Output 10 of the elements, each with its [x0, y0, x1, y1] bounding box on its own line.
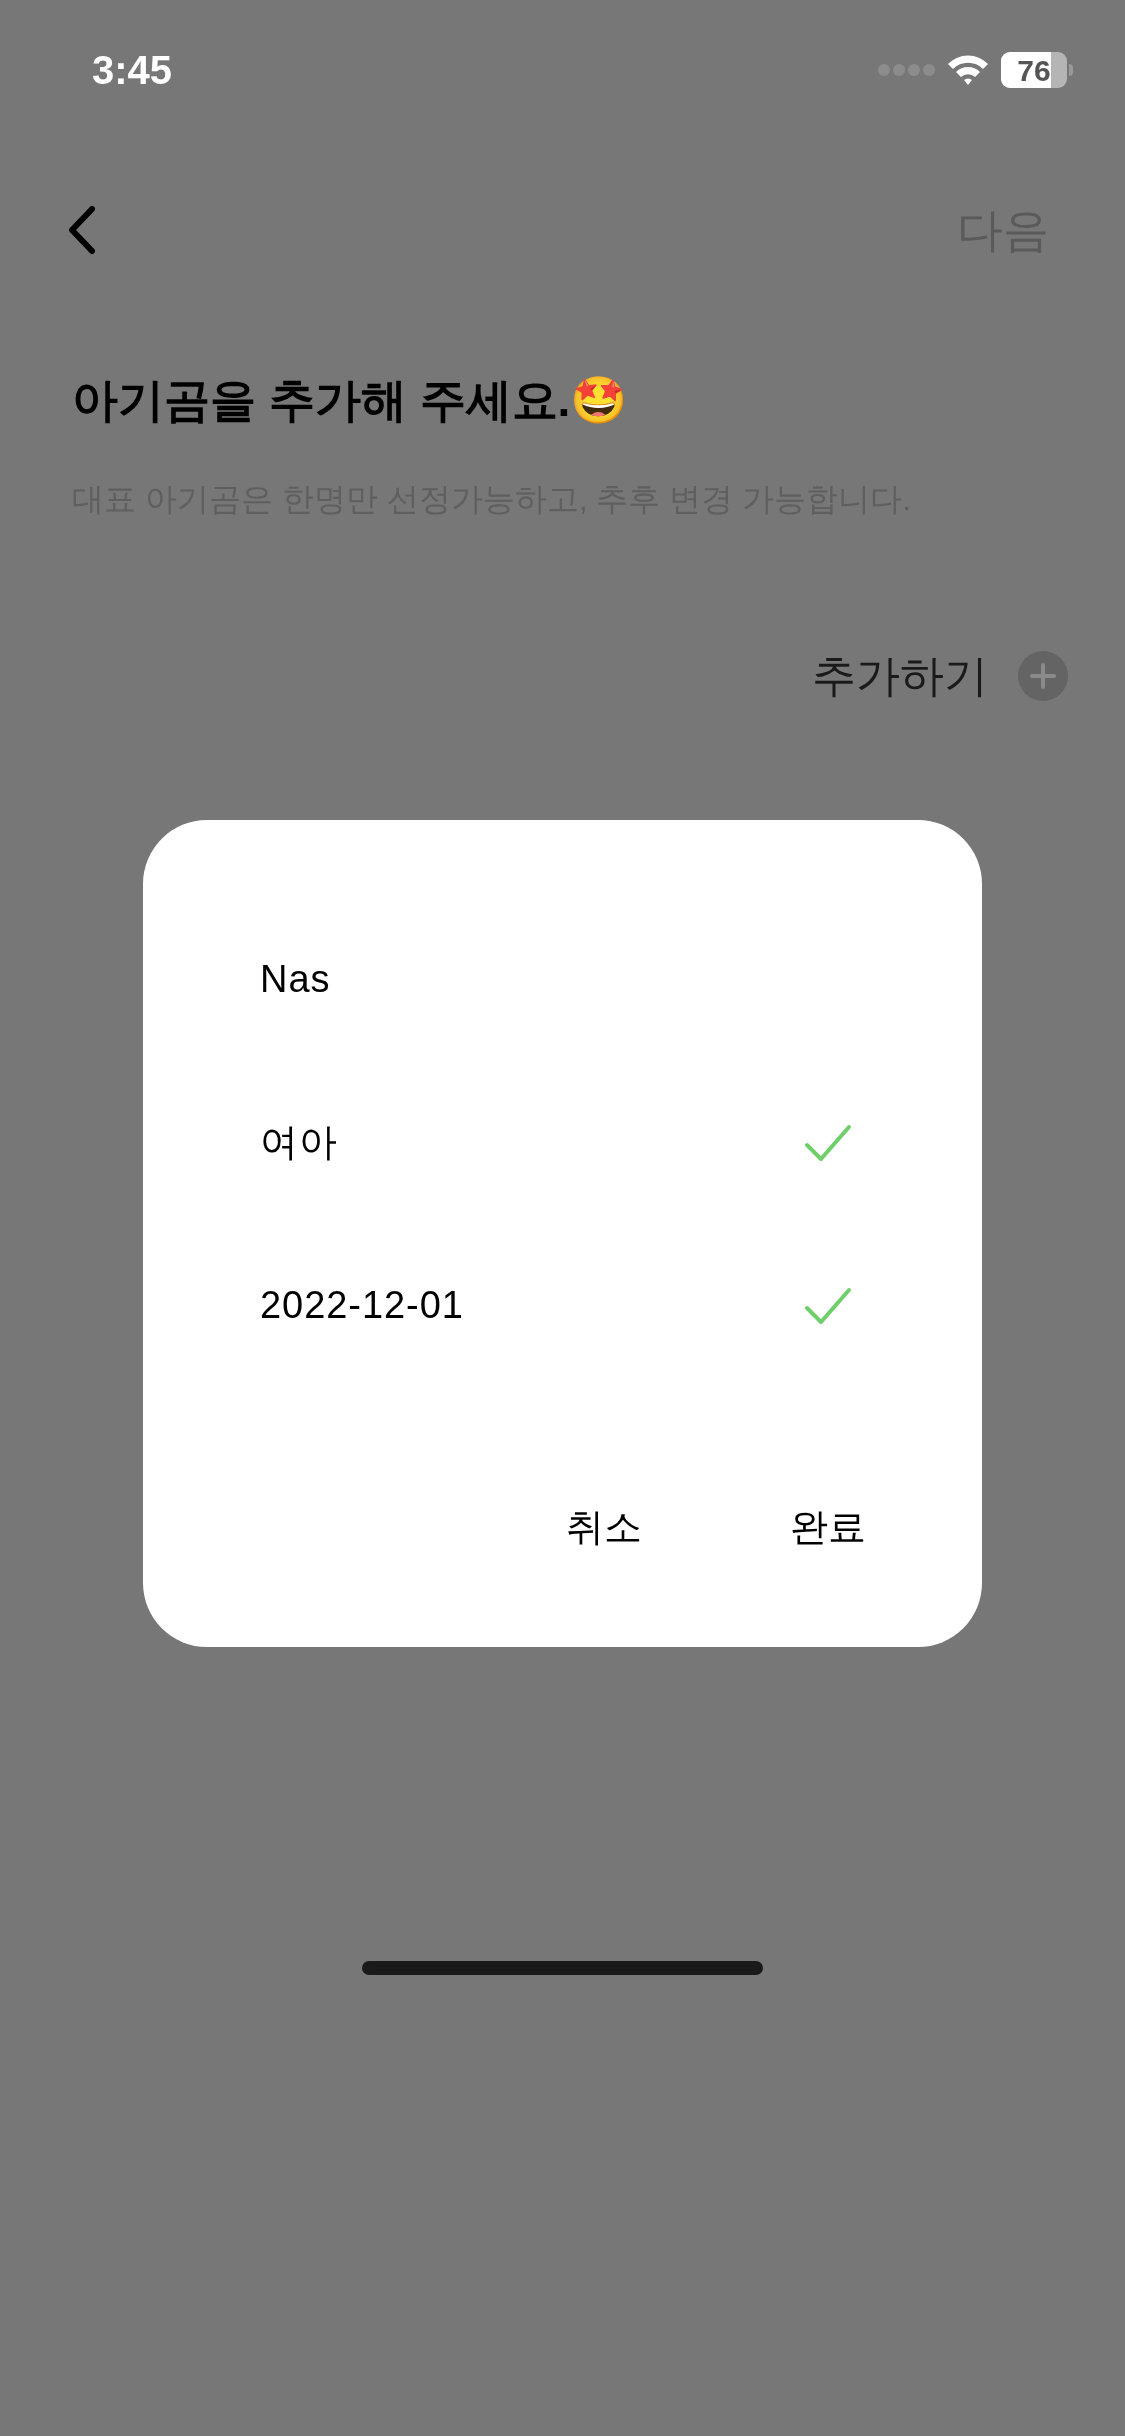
add-button[interactable]: 추가하기: [812, 643, 1068, 709]
page-title: 아기곰을 추가해 주세요.🤩: [72, 373, 628, 428]
status-time: 3:45: [92, 47, 173, 94]
dialog-button[interactable]: 취소: [560, 1499, 648, 1556]
back-icon[interactable]: [66, 205, 96, 255]
plus-icon: [1018, 651, 1068, 701]
dialog-row-label: Nas: [260, 957, 331, 1002]
dialog-button[interactable]: 완료: [784, 1499, 872, 1556]
dialog-row-label: 여아: [260, 1120, 338, 1165]
dialog-row-label: 2022-12-01: [260, 1283, 464, 1328]
